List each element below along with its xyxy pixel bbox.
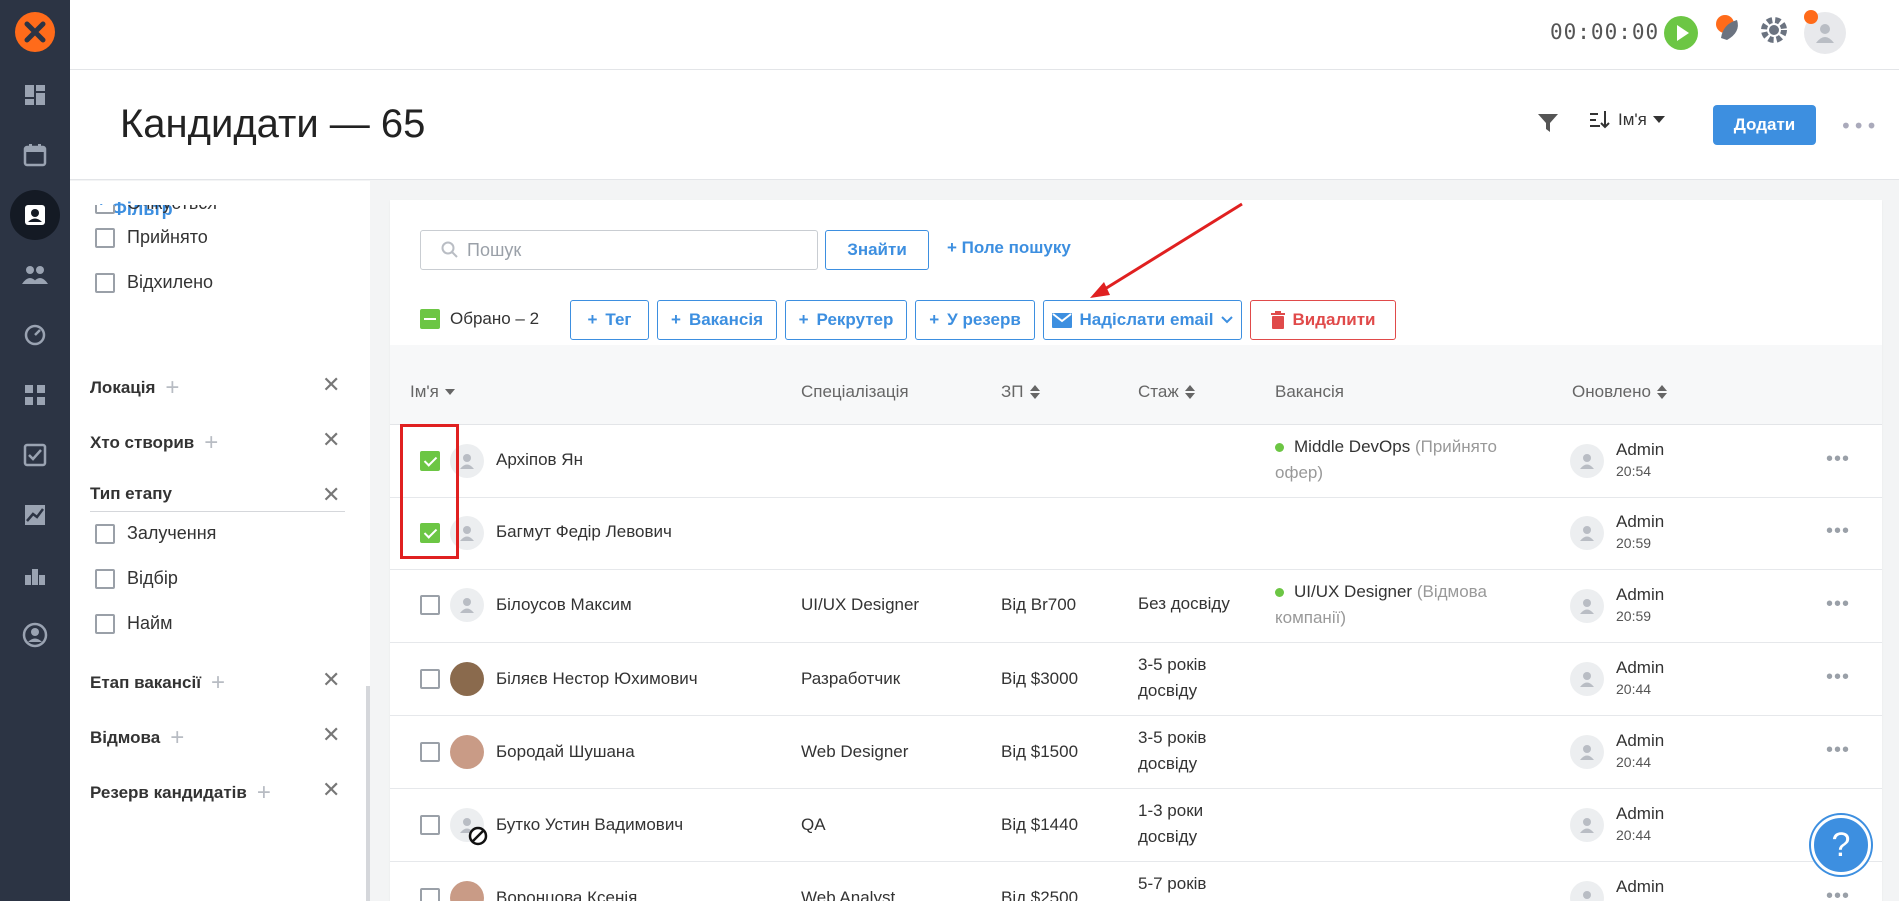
help-button[interactable]: ? — [1811, 815, 1871, 875]
annotation-arrow — [1090, 202, 1243, 298]
